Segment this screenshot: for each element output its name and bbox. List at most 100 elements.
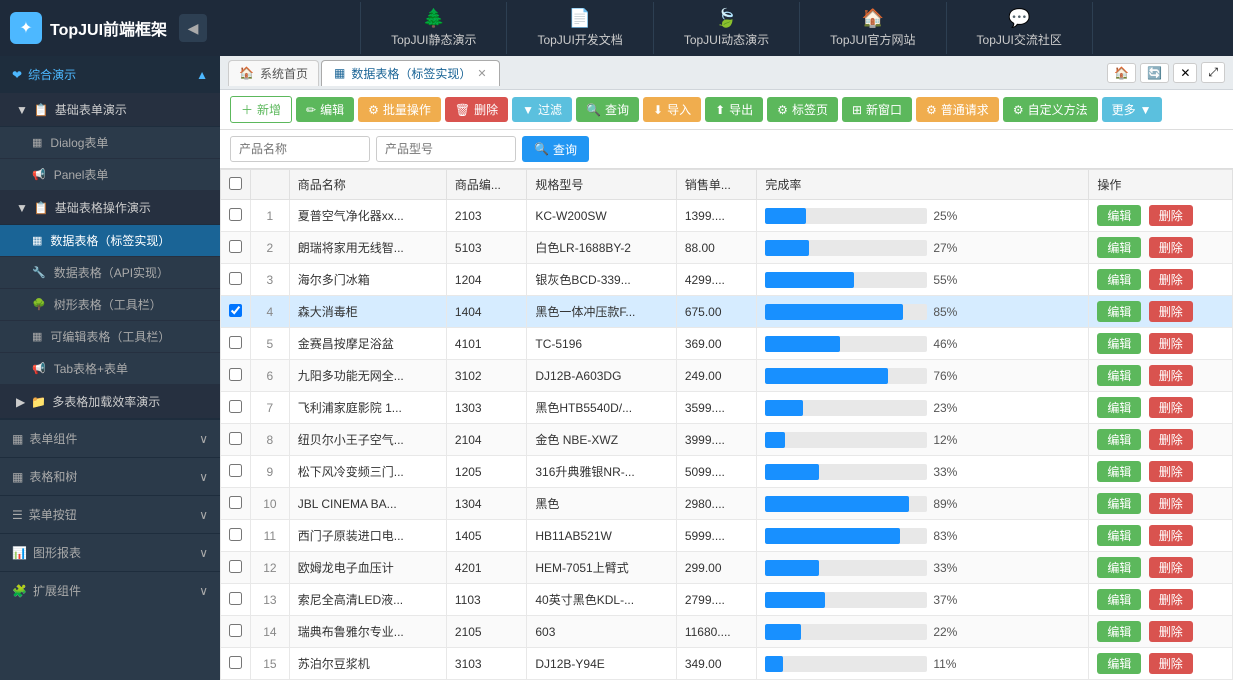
- row-edit-button[interactable]: 编辑: [1097, 525, 1141, 546]
- row-delete-button[interactable]: 删除: [1149, 429, 1193, 450]
- sidebar-item-tab-table[interactable]: 📢 Tab表格+表单: [0, 353, 220, 385]
- sidebar-top-section[interactable]: ❤ 综合演示 ▲: [0, 56, 220, 93]
- row-checkbox[interactable]: [229, 240, 242, 253]
- tab-home[interactable]: 🏠 系统首页: [228, 60, 319, 86]
- row-delete-button[interactable]: 删除: [1149, 333, 1193, 354]
- tab-close-icon[interactable]: ✕: [477, 67, 486, 80]
- row-checkbox[interactable]: [229, 496, 242, 509]
- header-spec[interactable]: 规格型号: [527, 170, 676, 200]
- window-close-icon[interactable]: ✕: [1173, 63, 1197, 83]
- row-delete-button[interactable]: 删除: [1149, 621, 1193, 642]
- sidebar-item-extension[interactable]: 🧩 扩展组件 ∨: [0, 571, 220, 609]
- custom-button[interactable]: ⚙ 自定义方法: [1003, 97, 1098, 122]
- row-checkbox[interactable]: [229, 624, 242, 637]
- row-delete-button[interactable]: 删除: [1149, 397, 1193, 418]
- more-button[interactable]: 更多 ▼: [1102, 97, 1162, 122]
- nav-tab-official[interactable]: 🏠 TopJUI官方网站: [800, 2, 946, 54]
- sidebar-item-table-tree[interactable]: ▦ 表格和树 ∨: [0, 457, 220, 495]
- header-name[interactable]: 商品名称: [289, 170, 446, 200]
- header-price[interactable]: 销售单...: [676, 170, 756, 200]
- row-edit-button[interactable]: 编辑: [1097, 205, 1141, 226]
- sidebar-item-basics-form[interactable]: ▼ 📋 基础表单演示: [0, 93, 220, 127]
- row-checkbox[interactable]: [229, 528, 242, 541]
- add-button[interactable]: ＋ 新增: [230, 96, 292, 123]
- row-checkbox[interactable]: [229, 208, 242, 221]
- tab-data-table[interactable]: ▦ 数据表格（标签实现） ✕: [321, 60, 500, 86]
- tag-button[interactable]: ⚙ 标签页: [767, 97, 838, 122]
- header-progress[interactable]: 完成率: [757, 170, 1089, 200]
- sidebar-item-menu-button[interactable]: ☰ 菜单按钮 ∨: [0, 495, 220, 533]
- filter-button[interactable]: ▼ 过滤: [512, 97, 572, 122]
- row-edit-button[interactable]: 编辑: [1097, 557, 1141, 578]
- search-button[interactable]: 🔍 查询: [576, 97, 639, 122]
- row-delete-button[interactable]: 删除: [1149, 589, 1193, 610]
- window-home-icon[interactable]: 🏠: [1107, 63, 1136, 83]
- sidebar-table-tree-label: 表格和树: [29, 468, 77, 485]
- sidebar-item-data-table-api[interactable]: 🔧 数据表格（API实现）: [0, 257, 220, 289]
- import-button[interactable]: ⬇ 导入: [643, 97, 701, 122]
- row-delete-button[interactable]: 删除: [1149, 205, 1193, 226]
- row-delete-button[interactable]: 删除: [1149, 365, 1193, 386]
- batch-button[interactable]: ⚙ 批量操作: [358, 97, 441, 122]
- row-checkbox[interactable]: [229, 400, 242, 413]
- row-delete-button[interactable]: 删除: [1149, 493, 1193, 514]
- sidebar-item-form-components[interactable]: ▦ 表单组件 ∨: [0, 419, 220, 457]
- row-delete-button[interactable]: 删除: [1149, 461, 1193, 482]
- nav-tab-static[interactable]: 🌲 TopJUI静态演示: [360, 2, 507, 54]
- import-label: 导入: [667, 101, 691, 118]
- row-checkbox[interactable]: [229, 560, 242, 573]
- row-delete-button[interactable]: 删除: [1149, 237, 1193, 258]
- row-edit-button[interactable]: 编辑: [1097, 653, 1141, 674]
- select-all-checkbox[interactable]: [229, 177, 242, 190]
- row-checkbox[interactable]: [229, 432, 242, 445]
- header-code[interactable]: 商品编...: [446, 170, 526, 200]
- row-checkbox-cell: [221, 200, 251, 232]
- nav-tab-community[interactable]: 💬 TopJUI交流社区: [947, 2, 1093, 54]
- row-edit-button[interactable]: 编辑: [1097, 301, 1141, 322]
- row-delete-button[interactable]: 删除: [1149, 269, 1193, 290]
- row-edit-button[interactable]: 编辑: [1097, 429, 1141, 450]
- sidebar-item-data-table-tag[interactable]: ▦ 数据表格（标签实现）: [0, 225, 220, 257]
- sidebar-item-multi-table[interactable]: ▶ 📁 多表格加载效率演示: [0, 385, 220, 419]
- edit-button[interactable]: ✏ 编辑: [296, 97, 354, 122]
- row-edit-button[interactable]: 编辑: [1097, 461, 1141, 482]
- row-edit-button[interactable]: 编辑: [1097, 333, 1141, 354]
- sidebar-item-dialog-form[interactable]: ▦ Dialog表单: [0, 127, 220, 159]
- product-model-input[interactable]: [376, 136, 516, 162]
- row-edit-button[interactable]: 编辑: [1097, 621, 1141, 642]
- sidebar-item-basics-table[interactable]: ▼ 📋 基础表格操作演示: [0, 191, 220, 225]
- nav-docs-label: TopJUI开发文档: [537, 31, 622, 48]
- row-checkbox[interactable]: [229, 464, 242, 477]
- row-checkbox[interactable]: [229, 336, 242, 349]
- delete-button[interactable]: 🗑 删除: [445, 97, 508, 122]
- row-delete-button[interactable]: 删除: [1149, 301, 1193, 322]
- nav-tab-dynamic[interactable]: 🍃 TopJUI动态演示: [654, 2, 800, 54]
- row-delete-button[interactable]: 删除: [1149, 525, 1193, 546]
- export-button[interactable]: ⬆ 导出: [705, 97, 763, 122]
- row-checkbox[interactable]: [229, 304, 242, 317]
- sidebar-item-chart[interactable]: 📊 图形报表 ∨: [0, 533, 220, 571]
- row-edit-button[interactable]: 编辑: [1097, 397, 1141, 418]
- window-expand-icon[interactable]: ⤢: [1201, 62, 1225, 83]
- row-delete-button[interactable]: 删除: [1149, 557, 1193, 578]
- row-checkbox[interactable]: [229, 368, 242, 381]
- sidebar-item-tree-table[interactable]: 🌳 树形表格（工具栏）: [0, 289, 220, 321]
- window-refresh-icon[interactable]: 🔄: [1140, 63, 1169, 83]
- row-edit-button[interactable]: 编辑: [1097, 365, 1141, 386]
- row-checkbox[interactable]: [229, 656, 242, 669]
- request-button[interactable]: ⚙ 普通请求: [916, 97, 999, 122]
- window-button[interactable]: ⊞ 新窗口: [842, 97, 912, 122]
- search-submit-button[interactable]: 🔍 查询: [522, 136, 589, 162]
- row-checkbox[interactable]: [229, 592, 242, 605]
- sidebar-item-editable-table[interactable]: ▦ 可编辑表格（工具栏）: [0, 321, 220, 353]
- product-name-input[interactable]: [230, 136, 370, 162]
- nav-tab-docs[interactable]: 📄 TopJUI开发文档: [507, 2, 653, 54]
- row-edit-button[interactable]: 编辑: [1097, 237, 1141, 258]
- row-edit-button[interactable]: 编辑: [1097, 589, 1141, 610]
- row-edit-button[interactable]: 编辑: [1097, 493, 1141, 514]
- row-edit-button[interactable]: 编辑: [1097, 269, 1141, 290]
- sidebar-item-panel-form[interactable]: 📢 Panel表单: [0, 159, 220, 191]
- row-delete-button[interactable]: 删除: [1149, 653, 1193, 674]
- collapse-button[interactable]: ◀: [179, 14, 207, 42]
- row-checkbox[interactable]: [229, 272, 242, 285]
